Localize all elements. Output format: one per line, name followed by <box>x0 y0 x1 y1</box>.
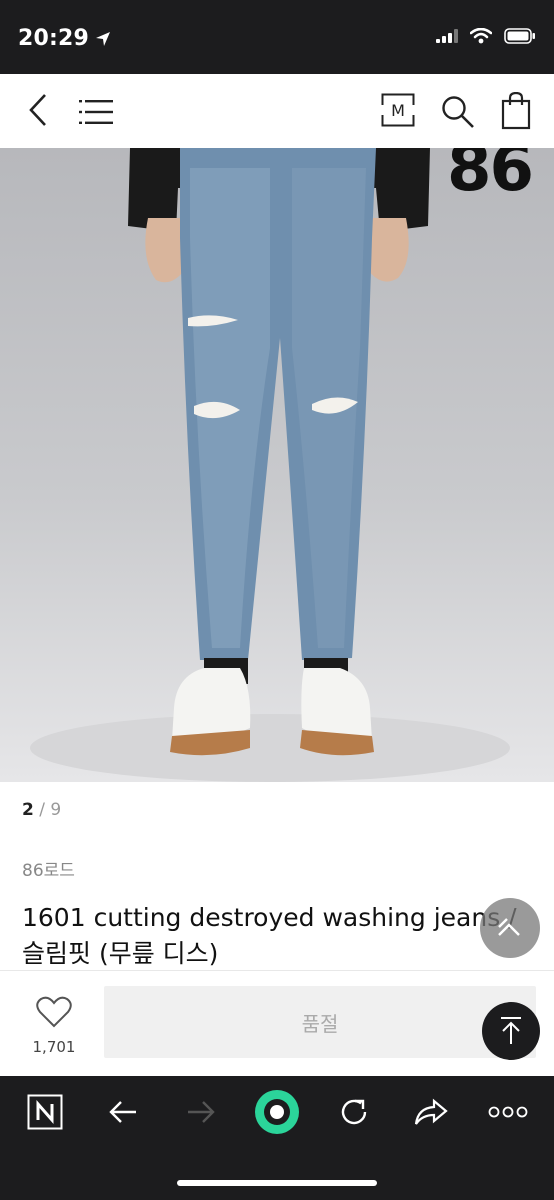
share-arrow-icon <box>414 1098 448 1125</box>
battery-icon <box>504 28 535 44</box>
status-icons <box>436 28 536 44</box>
browser-back-button[interactable] <box>99 1088 147 1136</box>
m-brand-button[interactable]: M <box>380 92 416 128</box>
back-button[interactable] <box>18 90 58 130</box>
wifi-icon <box>470 28 492 44</box>
reload-button[interactable] <box>330 1088 378 1136</box>
like-count: 1,701 <box>32 1038 76 1056</box>
heart-icon <box>36 996 72 1028</box>
gallery-separator: / <box>39 800 45 820</box>
time-text: 20:29 <box>18 26 90 51</box>
arrow-up-icon <box>501 1017 521 1044</box>
product-image[interactable]: 86 <box>0 148 554 782</box>
m-box-icon: M <box>381 93 415 127</box>
jeans-photo <box>30 148 510 782</box>
cart-button[interactable] <box>496 90 536 132</box>
menu-button[interactable] <box>76 92 116 132</box>
brand-mark: 86 <box>446 148 534 206</box>
search-icon <box>442 96 474 128</box>
float-share-button[interactable] <box>480 898 540 958</box>
shopping-bag-icon <box>501 92 531 130</box>
scroll-top-button[interactable] <box>482 1002 540 1060</box>
search-button[interactable] <box>438 92 478 132</box>
green-dot-icon <box>255 1090 299 1134</box>
like-button[interactable]: 1,701 <box>18 996 90 1056</box>
expand-arrows-icon <box>498 918 520 936</box>
reload-icon <box>341 1099 367 1125</box>
status-bar: 20:29 <box>0 0 554 74</box>
product-brand[interactable]: 86로드 <box>22 856 75 881</box>
home-indicator <box>177 1180 377 1186</box>
more-button[interactable] <box>484 1088 532 1136</box>
n-logo-icon <box>27 1094 63 1130</box>
soldout-button[interactable]: 품절 <box>104 986 536 1058</box>
product-title: 1601 cutting destroyed washing jeans / 슬… <box>22 903 517 968</box>
green-dot-button[interactable] <box>253 1088 301 1136</box>
arrow-left-icon <box>109 1101 136 1123</box>
arrow-right-icon <box>188 1101 215 1123</box>
share-button[interactable] <box>407 1088 455 1136</box>
more-dots-icon <box>488 1106 528 1118</box>
naver-home-button[interactable] <box>21 1088 69 1136</box>
svg-text:M: M <box>391 101 405 120</box>
top-nav: M <box>0 74 554 148</box>
gallery-total: 9 <box>50 800 62 820</box>
signal-icon <box>436 29 458 43</box>
status-time: 20:29 <box>18 26 111 51</box>
chevron-left-icon <box>29 94 46 126</box>
location-arrow-icon <box>96 31 111 46</box>
hamburger-icon <box>79 100 113 124</box>
gallery-counter: 2 / 9 <box>22 800 61 820</box>
browser-forward-button[interactable] <box>177 1088 225 1136</box>
gallery-current: 2 <box>22 800 34 820</box>
